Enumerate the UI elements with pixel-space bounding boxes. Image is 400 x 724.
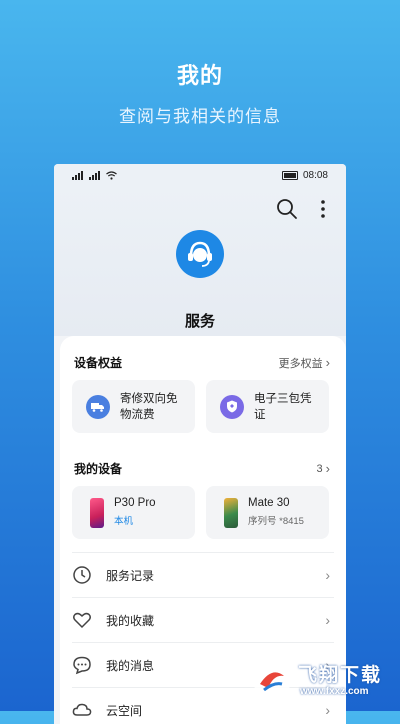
menu-label: 我的收藏 [106,613,155,628]
chevron-right-icon: › [325,461,330,476]
status-bar: 08:08 [54,164,346,186]
device-name: Mate 30 [248,497,290,509]
phone-image-icon [224,497,238,528]
device-tile-mate30[interactable]: Mate 30 序列号 *8415 [206,486,329,539]
service-logo-icon [176,230,224,278]
devices-title: 我的设备 [74,462,123,476]
benefit-tile-warranty[interactable]: 电子三包凭证 [206,380,329,433]
chevron-right-icon: › [325,567,330,583]
more-benefits-label: 更多权益 [278,357,323,370]
chat-icon [73,656,91,675]
menu-row-favorites[interactable]: 我的收藏 › [72,597,334,642]
watermark: 飞翔下载 www.fxxz.com [250,656,398,706]
truck-icon [86,394,110,419]
watermark-text: 飞翔下载 [298,665,383,686]
more-icon[interactable] [316,198,330,220]
benefit-tile-logistics[interactable]: 寄修双向免 物流费 [72,380,195,433]
promo-title: 我的 [176,63,223,88]
signal-icon-2 [89,170,100,180]
device-name: P30 Pro [114,497,156,509]
status-time: 08:08 [302,169,328,181]
signal-indicators [72,170,117,180]
device-tile-p30[interactable]: P30 Pro 本机 [72,486,195,539]
devices-count: 3 [316,462,323,475]
benefits-header: 设备权益 更多权益 › [74,354,330,371]
cloud-icon [72,703,92,716]
menu-row-service-records[interactable]: 服务记录 › [72,552,334,597]
devices-count-link[interactable]: 3 › [317,461,330,476]
benefit-label-line1: 电子三包凭 [254,392,312,405]
phone-screen: 08:08 服务 设备权益 更多权益 › 寄修双向免 物流费 电子三包凭 证 我… [54,164,346,724]
devices-header: 我的设备 3 › [74,460,330,477]
chevron-right-icon: › [325,612,330,628]
watermark-url: www.fxxz.com [300,686,369,697]
signal-icon [72,170,83,180]
menu-label: 服务记录 [106,568,155,583]
chevron-right-icon: › [325,355,330,370]
shield-icon [220,394,244,419]
device-subtitle: 本机 [114,516,134,527]
service-header: 服务 [54,186,346,336]
wifi-icon [106,170,117,180]
clock-icon [73,566,91,584]
device-subtitle: 序列号 *8415 [248,516,304,527]
promo-subtitle: 查阅与我相关的信息 [119,107,281,126]
benefit-label-line2: 物流费 [120,408,155,421]
benefit-label-line1: 寄修双向免 [120,392,178,405]
heart-icon [73,612,91,629]
benefits-title: 设备权益 [74,356,123,370]
page-title: 服务 [184,313,215,330]
benefit-label-line2: 证 [254,408,266,421]
search-icon[interactable] [276,198,298,220]
phone-image-icon [90,497,104,528]
battery-icon [281,170,298,180]
more-benefits-link[interactable]: 更多权益 › [279,355,330,371]
